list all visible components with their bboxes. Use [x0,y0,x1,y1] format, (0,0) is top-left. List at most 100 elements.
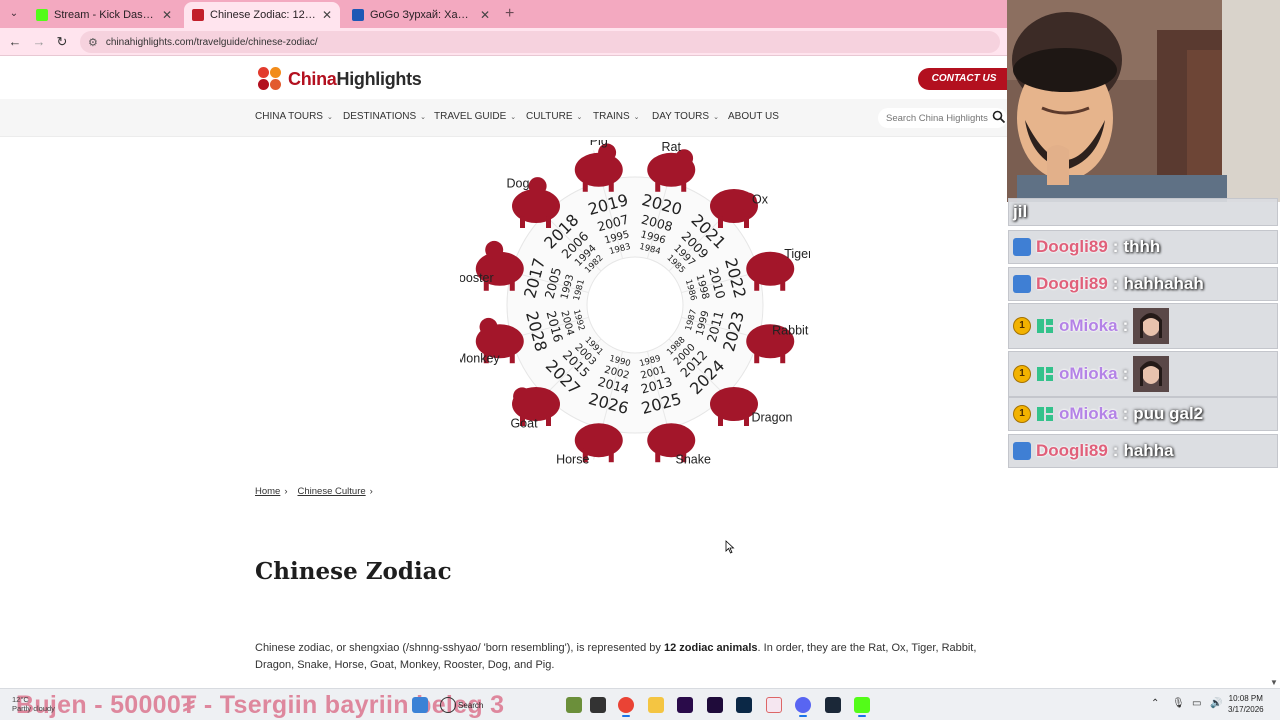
chat-separator: : [1122,364,1129,383]
display-icon[interactable]: ▭ [1192,698,1201,709]
contact-us-button[interactable]: CONTACT US [918,68,1010,90]
chat-message: 1 oMioka: puu gal2 [1008,397,1278,431]
steam-icon[interactable] [825,697,841,713]
zodiac-horse-label: Horse [556,453,589,467]
premiere-pro-icon[interactable] [677,697,693,713]
mouse-cursor-icon [725,540,735,554]
widgets-icon[interactable] [566,697,582,713]
coin-badge-icon: 1 [1013,317,1031,335]
zodiac-rat-label: Rat [662,140,682,154]
new-tab-icon[interactable]: + [505,5,514,23]
kick-badge-icon [1013,442,1031,460]
zodiac-pig-label: Pig [590,140,608,148]
intro-paragraph: Chinese zodiac, or shengxiao (/shnng-ssh… [255,642,977,671]
url-field[interactable]: ⚙ chinahighlights.com/travelguide/chines… [80,31,1000,53]
after-effects-icon[interactable] [707,697,723,713]
site-search [878,108,1007,128]
screen: ⌄ Stream - Kick Dashboard ✕ Chinese Zodi… [0,0,1280,720]
breadcrumb-home-link[interactable]: Home [255,486,280,497]
zodiac-dragon-label: Dragon [751,410,792,424]
task-view-icon[interactable] [590,697,606,713]
weather-widget[interactable]: 12°C Partly cloudy [12,695,55,713]
chat-username[interactable]: Doogli89 [1036,441,1108,461]
wheel-inner-ring [586,256,684,354]
system-clock[interactable]: 10:08 PM 3/17/2026 [1228,693,1264,715]
subscriber-badge-icon [1037,319,1053,333]
kick-app-icon[interactable] [854,697,870,717]
chrome-icon[interactable] [618,697,634,717]
kick-favicon-icon [36,9,48,21]
nav-culture[interactable]: CULTURE ⌄ [526,111,582,122]
chat-username[interactable]: oMioka [1059,364,1118,384]
chat-separator: : [1122,316,1129,335]
nav-day-tours[interactable]: DAY TOURS ⌄ [652,111,719,122]
chat-message: Doogli89: hahha [1008,434,1278,468]
logo-mark-icon [258,67,282,91]
forward-icon[interactable]: → [30,33,48,51]
chat-message: Doogli89: hahhahah [1008,267,1278,301]
search-taskbar-icon[interactable] [440,697,456,713]
chat-separator: : [1122,404,1129,423]
chat-username[interactable]: Doogli89 [1036,274,1108,294]
streamer-webcam-image [1007,0,1280,202]
windows-taskbar: Bujen - 50000₮ - Tsergiin bayriin beleg … [0,688,1280,720]
file-explorer-icon[interactable] [648,697,664,713]
chat-message: 1 oMioka: [1008,303,1278,349]
chat-emote-image [1133,356,1170,392]
chat-message-text: hahha [1123,441,1174,460]
reload-icon[interactable]: ↻ [53,33,71,51]
chat-username[interactable]: oMioka [1059,316,1118,336]
nav-china-tours[interactable]: CHINA TOURS ⌄ [255,111,333,122]
close-tab-icon[interactable]: ✕ [480,8,490,22]
zodiac-monkey-label: Monkey [460,352,500,366]
itunes-icon[interactable] [766,697,782,713]
start-icon[interactable] [412,697,428,713]
zodiac-rabbit-label: Rabbit [772,324,809,338]
donation-ticker: Bujen - 50000₮ - Tsergiin bayriin beleg … [16,691,505,719]
main-navigation: CHINA TOURS ⌄ DESTINATIONS ⌄ TRAVEL GUIDE ⌄… [0,99,1007,137]
chat-separator: : [1112,441,1119,460]
chat-emote-image [1133,308,1170,344]
photoshop-icon[interactable] [736,697,752,713]
discord-icon[interactable] [795,697,811,717]
site-search-input[interactable] [886,111,990,125]
tab-search-chevron-icon[interactable]: ⌄ [6,6,22,22]
coin-badge-icon: 1 [1013,405,1031,423]
zodiac-goat-label: Goat [510,416,538,430]
chat-username[interactable]: oMioka [1059,404,1118,424]
tab-label: Stream - Kick Dashboard [54,9,156,21]
chat-message-text: thhh [1123,237,1161,256]
taskbar-search-label[interactable]: Search [458,701,483,710]
tab-gogo-zurhai[interactable]: GoGo Зурхай: Хайр дурлал ба ✕ [344,2,498,28]
tray-chevron-icon[interactable]: ⌃ [1151,698,1159,709]
tab-kick-dashboard[interactable]: Stream - Kick Dashboard ✕ [28,2,180,28]
microphone-icon[interactable]: 🎙 [1172,698,1185,709]
nav-trains[interactable]: TRAINS ⌄ [593,111,640,122]
back-icon[interactable]: ← [6,33,24,51]
tab-chinese-zodiac[interactable]: Chinese Zodiac: 12 Animal Signs ✕ [184,2,340,28]
zodiac-dog-label: Dog [507,176,530,190]
nav-travel-guide[interactable]: TRAVEL GUIDE ⌄ [434,111,516,122]
china-highlights-logo[interactable]: ChinaHighlights [258,67,422,91]
chevron-down-icon: ⌄ [713,114,719,121]
nav-about-us[interactable]: ABOUT US [728,111,779,122]
zodiac-wheel-image: 2020200819961984 2021200919971985 20222010… [460,140,810,467]
search-icon[interactable] [992,110,1006,124]
volume-icon[interactable]: 🔊 [1210,698,1222,709]
subscriber-badge-icon [1037,367,1053,381]
site-info-icon[interactable]: ⚙ [88,36,98,49]
scroll-down-arrow-icon[interactable]: ▼ [1270,678,1278,687]
page-title: Chinese Zodiac [255,558,452,585]
close-tab-icon[interactable]: ✕ [162,8,172,22]
zodiac-snake-label: Snake [676,453,711,467]
chat-username[interactable]: Doogli89 [1036,237,1108,257]
close-tab-icon[interactable]: ✕ [322,8,332,22]
chevron-down-icon: ⌄ [420,114,427,121]
site-header: ChinaHighlights CONTACT US [0,57,1010,99]
logo-wordmark: ChinaHighlights [288,68,422,89]
kick-badge-icon [1013,238,1031,256]
nav-destinations[interactable]: DESTINATIONS ⌄ [343,111,426,122]
chat-message: 1 oMioka: [1008,351,1278,397]
chevron-down-icon: ⌄ [576,114,583,121]
breadcrumb-chinese-culture-link[interactable]: Chinese Culture [298,486,366,497]
